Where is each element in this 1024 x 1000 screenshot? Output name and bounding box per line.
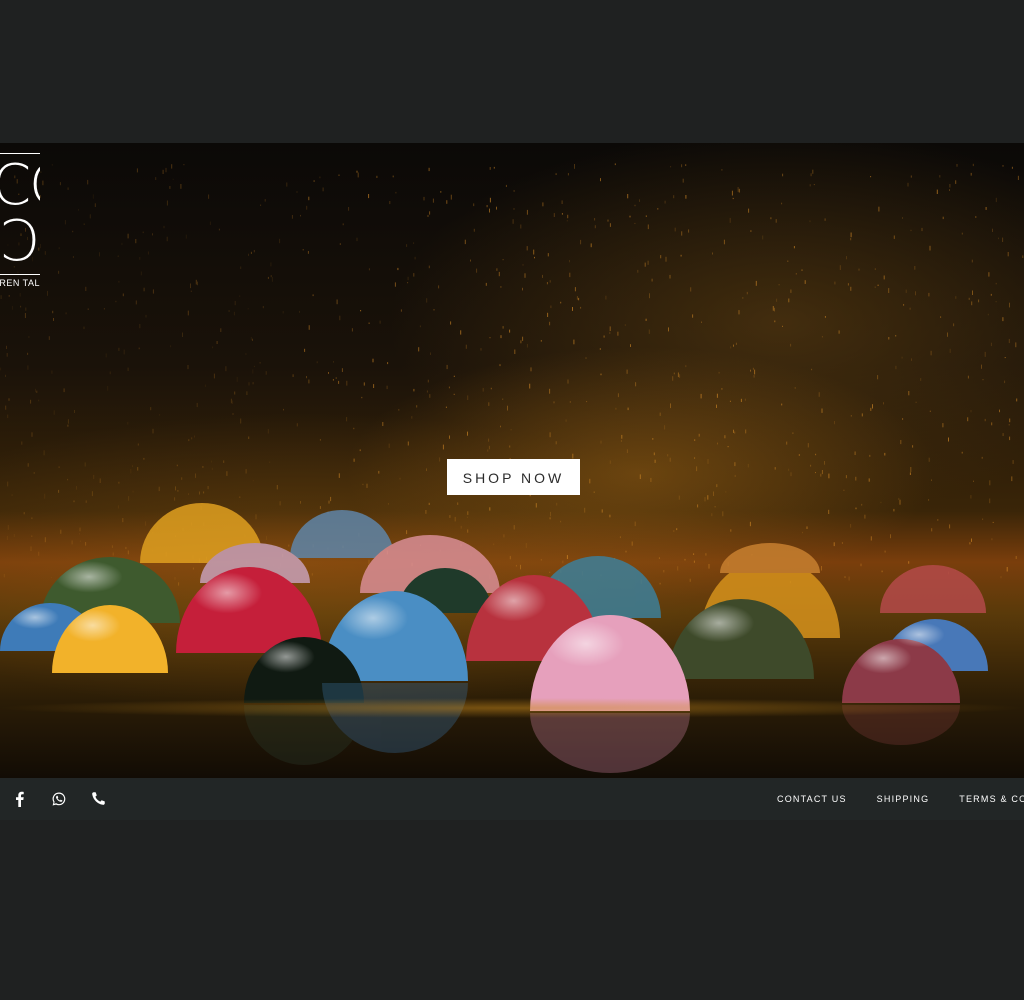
footer-bar: CONTACT US SHIPPING TERMS & CONDITI — [0, 778, 1024, 820]
whatsapp-icon[interactable] — [51, 791, 67, 807]
social-links — [12, 791, 106, 807]
footer-link-contact-us[interactable]: CONTACT US — [777, 794, 847, 804]
facebook-icon[interactable] — [12, 791, 28, 807]
logo-rule-bottom — [0, 274, 40, 275]
footer-link-shipping[interactable]: SHIPPING — [877, 794, 930, 804]
shop-now-button[interactable]: SHOP NOW — [447, 459, 580, 495]
brand-logo[interactable]: CO CO EREN TAL — [0, 153, 42, 288]
footer-link-terms-conditions[interactable]: TERMS & CONDITI — [959, 794, 1024, 804]
hero-banner: CO CO EREN TAL SHOP NOW — [0, 143, 1024, 778]
logo-line-1: CO — [0, 158, 40, 214]
logo-line-2: CO — [0, 214, 40, 270]
logo-rule-top — [0, 153, 40, 154]
footer-nav: CONTACT US SHIPPING TERMS & CONDITI — [777, 778, 1024, 820]
logo-tagline: EREN TAL — [0, 278, 40, 288]
phone-icon[interactable] — [90, 791, 106, 807]
page: CO CO EREN TAL SHOP NOW CONTACT US SHIPP… — [0, 0, 1024, 1000]
